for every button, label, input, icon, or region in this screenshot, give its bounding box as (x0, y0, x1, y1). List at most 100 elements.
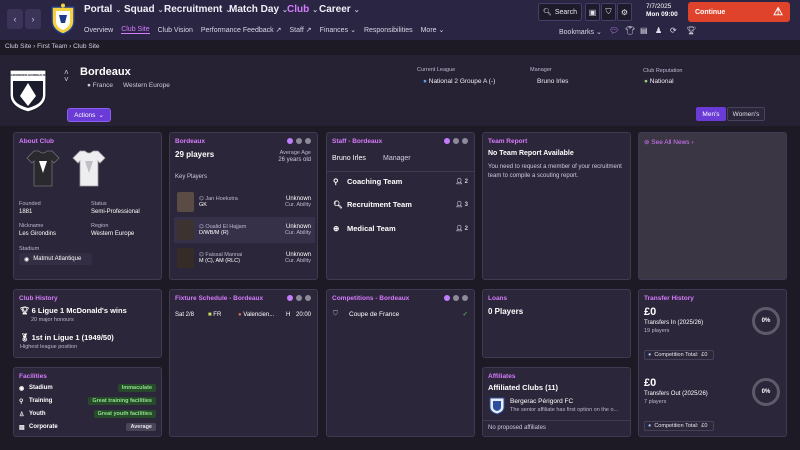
league-label: Current League (417, 67, 456, 73)
tab-more[interactable]: More ⌄ (421, 26, 445, 35)
loans-panel: Loans 0 Players (482, 289, 631, 358)
panel-title: Transfer History (644, 295, 694, 302)
external-link-icon: ↗ (305, 27, 312, 34)
stadium-icon: ◉ (19, 385, 25, 392)
key-player-row[interactable]: ⌬ Faissal Mannai M (C), AM (RLC) Unknown C… (174, 245, 315, 271)
manager-name[interactable]: Bruno Irles (537, 78, 568, 85)
panel-pager[interactable] (287, 138, 311, 144)
key-players-label: Key Players (175, 174, 208, 180)
nickname-label: Nickname (19, 223, 44, 229)
panel-pager[interactable] (444, 138, 468, 144)
panel-title: Team Report (488, 138, 528, 145)
tab-club-site[interactable]: Club Site (121, 26, 150, 34)
away-kit-icon (72, 150, 106, 187)
players-count[interactable]: 29 players (175, 150, 214, 159)
tab-overview[interactable]: Overview (84, 26, 113, 34)
recruitment-team-row[interactable]: 🔍︎ Recruitment Team 👤︎ 3 (327, 200, 474, 209)
refresh-icon[interactable]: ⟳ (670, 26, 677, 35)
menu-club[interactable]: Club ⌄ (287, 4, 318, 15)
coaching-team-row[interactable]: ⚲ Coaching Team 👤︎ 2 (327, 177, 474, 186)
menu-career[interactable]: Career ⌄ (319, 4, 360, 15)
breadcrumb-item[interactable]: First Team (37, 43, 67, 50)
tab-club-vision[interactable]: Club Vision (158, 26, 193, 34)
club-name: Bordeaux (80, 66, 131, 78)
club-region: Western Europe (123, 82, 170, 89)
tab-finances[interactable]: Finances ⌄ (320, 26, 356, 35)
settings-icon[interactable]: ⚙ (617, 3, 632, 21)
facility-row: ♙ Youth Great youth facilities (14, 410, 161, 418)
panel-title: About Club (19, 138, 55, 145)
staff-manager-name[interactable]: Bruno Irles (332, 155, 366, 162)
affiliate-club-name[interactable]: Bergerac Périgord FC (510, 398, 573, 405)
trophy-icon: ⛉ (333, 310, 338, 317)
actions-button[interactable]: Actions ⌄ (67, 108, 111, 122)
competition-icon: ■ (208, 312, 212, 318)
club-icon[interactable]: ⛉ (601, 3, 616, 21)
club-crest-icon[interactable] (50, 3, 76, 35)
game-date[interactable]: 7/7/2025 Mon 09:00 (646, 3, 684, 21)
panel-title[interactable]: Competitions - Bordeaux (332, 295, 409, 302)
panel-title[interactable]: Staff - Bordeaux (332, 138, 382, 145)
medical-icon: ⊕ (333, 224, 340, 233)
fixtures-panel: Fixture Schedule - Bordeaux Sat 2/8 ■ FR… (169, 289, 318, 437)
see-all-news-link[interactable]: ⊚ See All News › (644, 138, 694, 146)
nickname-value: Les Girondins (19, 231, 57, 237)
forward-button[interactable]: › (25, 9, 41, 29)
medical-team-row[interactable]: ⊕ Medical Team 👤︎ 2 (327, 224, 474, 233)
trophy-icon[interactable]: 🏆︎ (686, 26, 696, 35)
people-icon[interactable]: ♟ (655, 26, 662, 35)
continue-button[interactable]: Continue ⚠ (688, 2, 790, 22)
panel-pager[interactable] (444, 295, 468, 301)
league-icon: ● (423, 78, 427, 85)
status-label: Status (91, 201, 107, 207)
kit-icon[interactable]: 👕︎ (625, 26, 635, 35)
warning-icon: ⚠ (773, 6, 783, 18)
key-player-row[interactable]: ⌬ Jan Hoekstra GK Unknown Cur. Ability (174, 189, 315, 215)
player-position: M (C), AM (RLC) (199, 258, 240, 264)
staff-count: 👤︎ 2 (455, 179, 468, 185)
tab-performance-feedback[interactable]: Performance Feedback ↗ (201, 26, 282, 35)
transfers-out-players: 7 players (644, 399, 667, 405)
club-country: ● France (87, 82, 113, 89)
menu-portal[interactable]: Portal ⌄ (84, 4, 121, 15)
breadcrumb-item[interactable]: Club Site (5, 43, 31, 50)
chevron-down-icon: ⌄ (438, 27, 445, 34)
transfers-out-amount: £0 (644, 377, 657, 389)
search-button[interactable]: 🔍︎ Search (538, 3, 582, 21)
player-photo (177, 192, 194, 212)
menu-recruitment[interactable]: Recruitment ⌄ (164, 4, 231, 15)
facility-rating: Great youth facilities (93, 410, 156, 418)
panel-pager[interactable] (287, 295, 311, 301)
toggle-womens[interactable]: Women's (727, 107, 765, 121)
trophy-icon: 🏆︎ (20, 306, 30, 315)
recruitment-icon: 🔍︎ (333, 200, 343, 209)
toggle-mens[interactable]: Men's (696, 107, 726, 121)
notes-icon[interactable]: ▤ (640, 26, 648, 35)
facility-rating: Immaculate (117, 384, 156, 392)
competition-row[interactable]: ⛉ Coupe de France ✓ (327, 310, 474, 318)
tab-responsibilities[interactable]: Responsibilities (364, 26, 413, 34)
loans-value[interactable]: 0 Players (488, 307, 523, 316)
competitions-panel: Competitions - Bordeaux ⛉ Coupe de Franc… (326, 289, 475, 437)
current-league[interactable]: ● National 2 Groupe A (-) (423, 78, 495, 85)
club-switcher[interactable]: ˄ ˅ (64, 69, 69, 84)
flag-icon: ● (87, 82, 91, 89)
squad-panel: Bordeaux 29 players Average Age 26 years… (169, 132, 318, 280)
bookmarks-menu[interactable]: Bookmarks ⌄ (559, 28, 602, 36)
fixture-opponent: ● Valencien... (238, 312, 275, 318)
menu-squad[interactable]: Squad ⌄ (124, 4, 163, 15)
panel-title[interactable]: Bordeaux (175, 138, 205, 145)
back-button[interactable]: ‹ (7, 9, 23, 29)
inbox-icon[interactable]: ▣ (585, 3, 600, 21)
key-player-row[interactable]: ⌬ Oualid El Hajjam D/WB/M (R) Unknown Cur.… (174, 217, 315, 243)
menu-match-day[interactable]: Match Day ⌄ (229, 4, 288, 15)
chat-icon[interactable]: 💬︎ (609, 26, 619, 35)
affiliates-heading[interactable]: Affiliated Clubs (11) (488, 383, 558, 392)
panel-title: Affiliates (488, 373, 516, 380)
fixture-row[interactable]: Sat 2/8 ■ FR ● Valencien... H 20:00 (170, 312, 317, 318)
tab-staff[interactable]: Staff ↗ (290, 26, 312, 35)
history-wins-sub: 20 major honours (31, 317, 74, 323)
panel-title[interactable]: Fixture Schedule - Bordeaux (175, 295, 263, 302)
training-icon: ⚲ (19, 398, 24, 405)
stadium-link[interactable]: ◉ Matmut Atlantique (19, 253, 92, 265)
